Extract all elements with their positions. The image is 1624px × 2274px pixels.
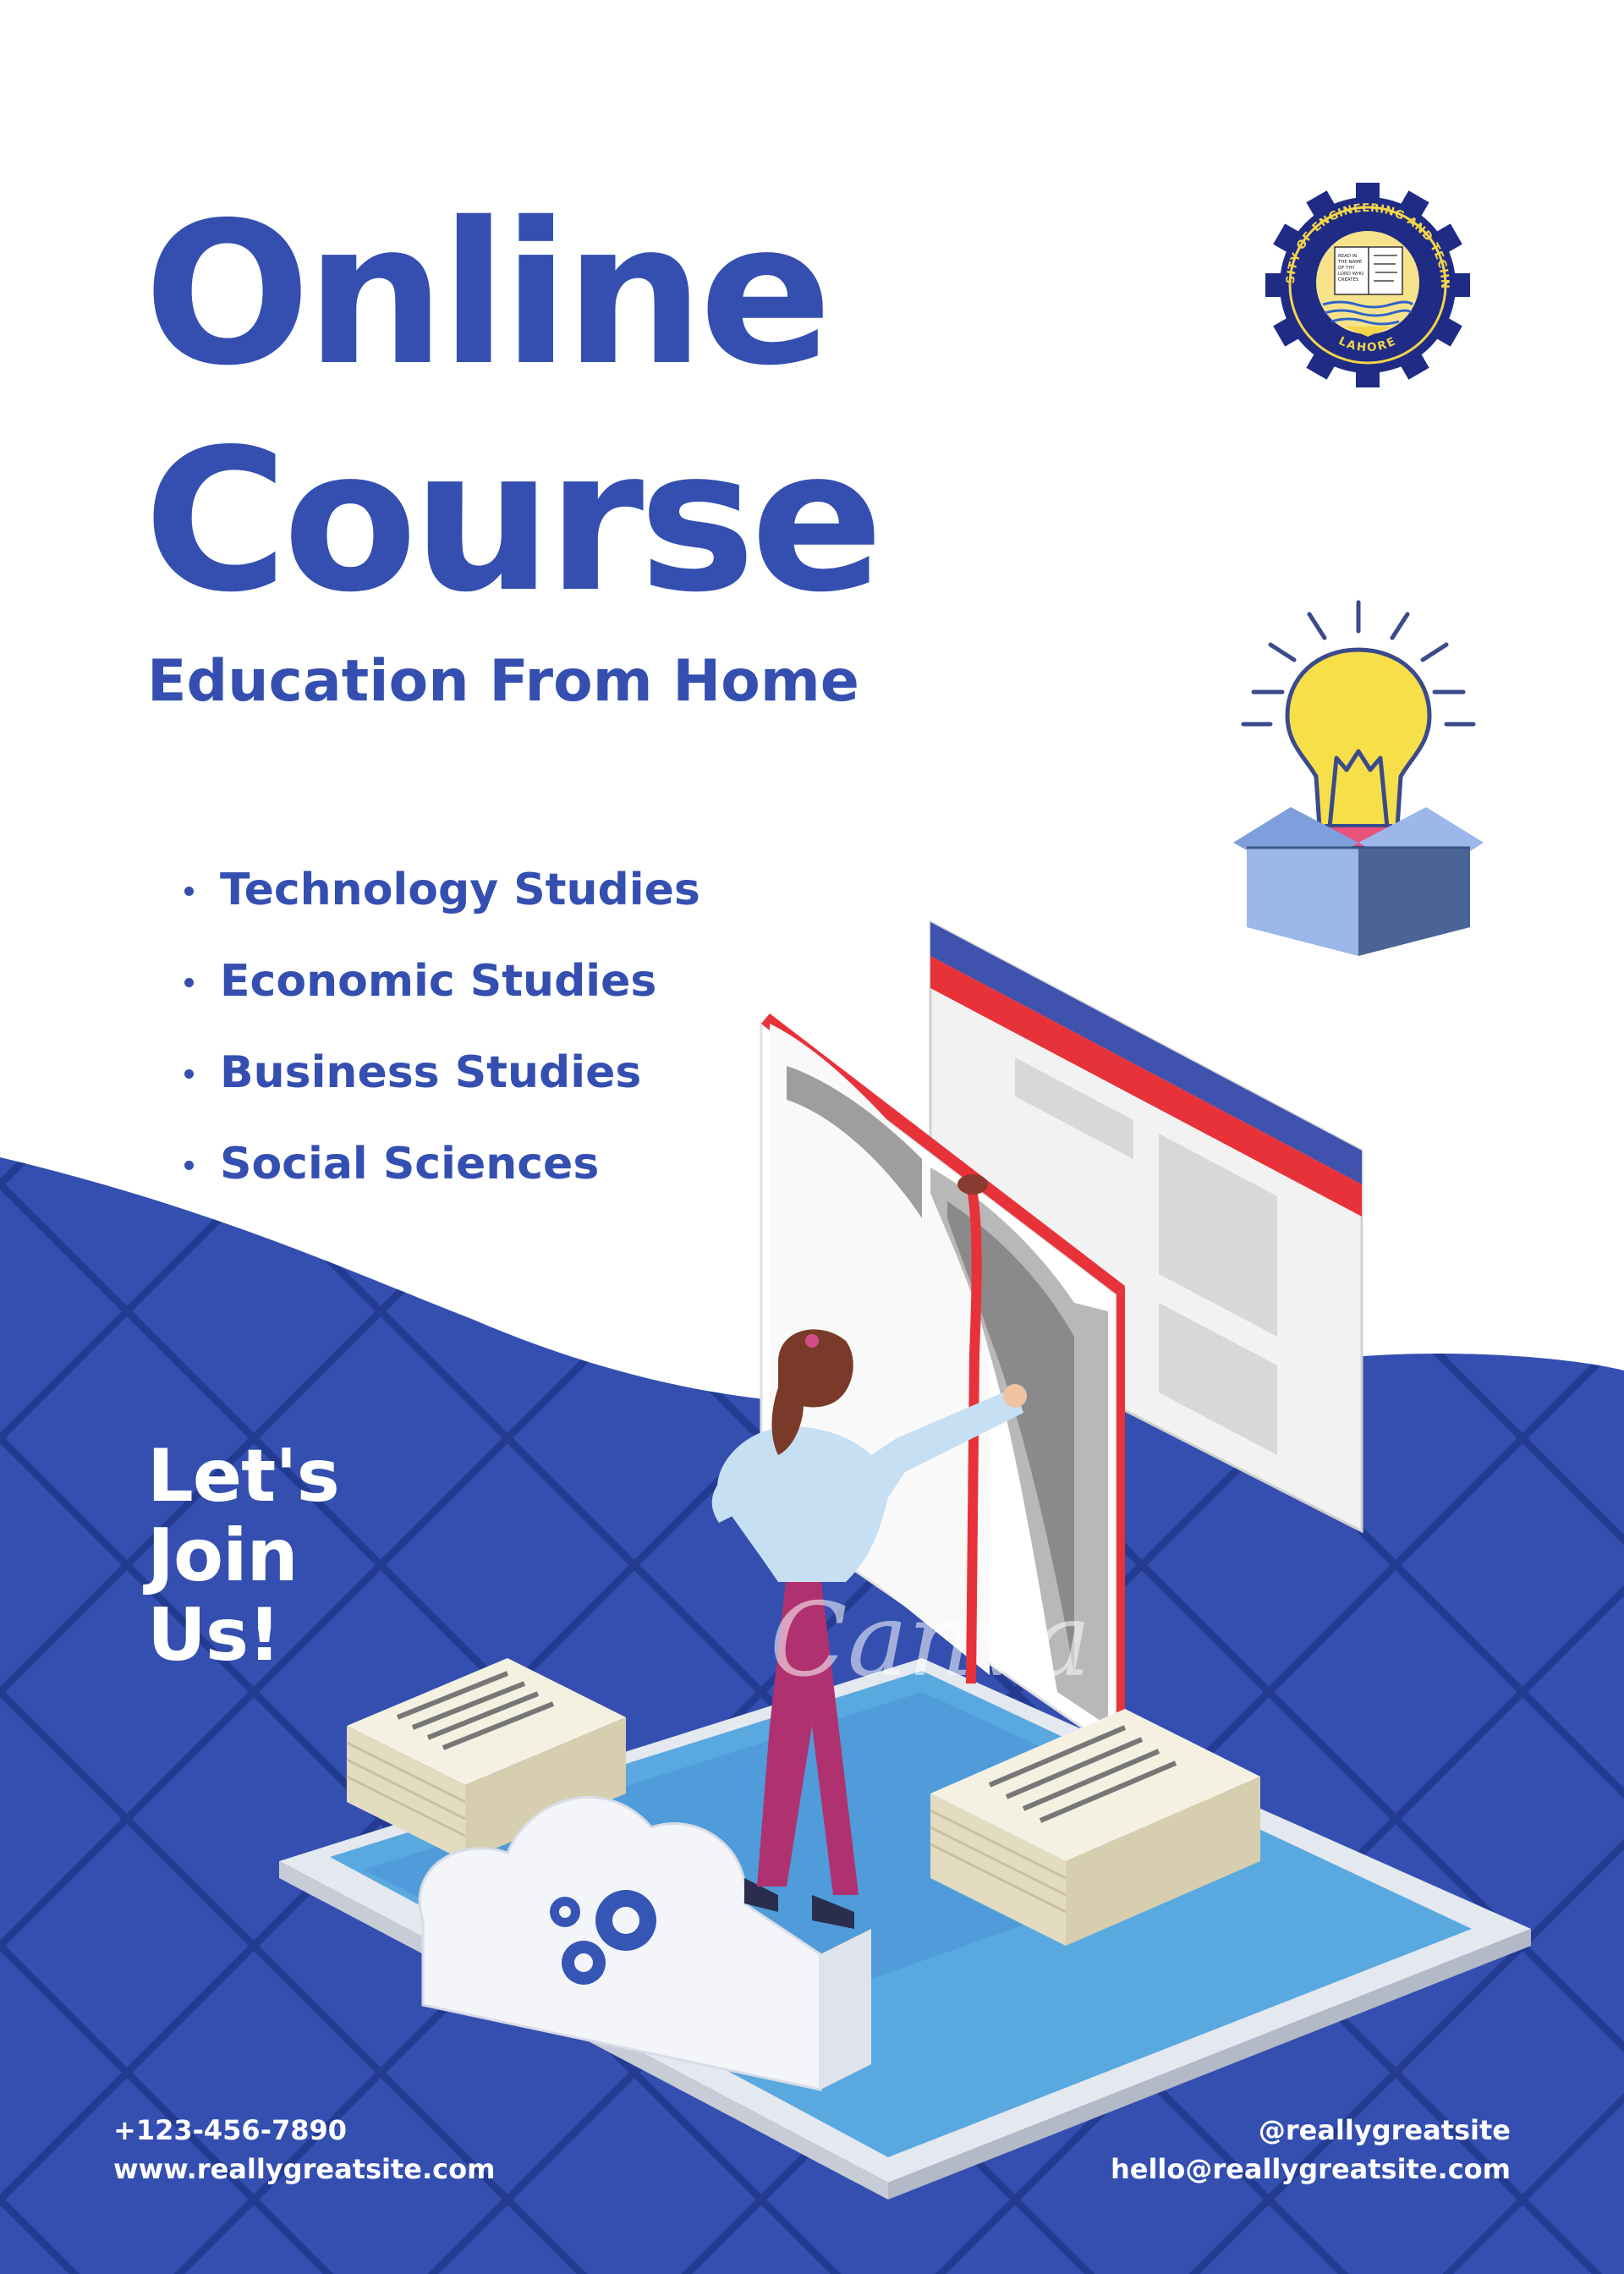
title-line-online: Online [144, 180, 832, 409]
email-link[interactable]: hello@reallygreatsite.com [1111, 2156, 1511, 2183]
website-link[interactable]: www.reallygreatsite.com [113, 2156, 495, 2183]
title-line-course: Course [144, 407, 884, 635]
subtitle: Education From Home [147, 648, 859, 715]
poster: Online Course Education From Home Techno… [0, 0, 1624, 2274]
social-handle[interactable]: @reallygreatsite [1259, 2117, 1511, 2144]
canva-watermark: Canva [770, 1582, 1091, 1700]
cta-line-us: Us! [147, 1593, 281, 1678]
cta-line-lets: Let's [147, 1434, 340, 1519]
gear-tooth [1356, 362, 1380, 387]
cta-line-join: Join [147, 1513, 299, 1598]
online-study-illustration: Canva [279, 920, 1531, 2200]
university-logo-icon: UNIVERSITY OF ENGINEERING AND TECHNOLOGY… [1264, 181, 1470, 387]
phone-number[interactable]: +123-456-7890 [113, 2117, 347, 2144]
